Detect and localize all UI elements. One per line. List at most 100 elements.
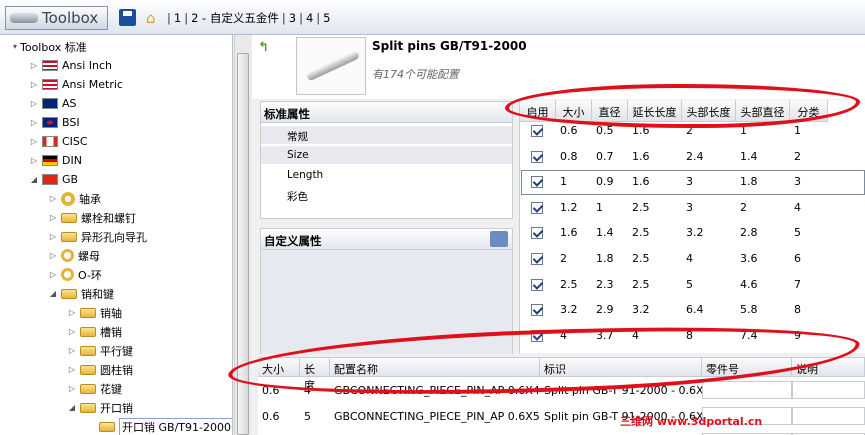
enable-checkbox[interactable] <box>531 304 543 317</box>
config-grid-cell: 0.6 <box>262 410 280 423</box>
size-grid[interactable]: 启用 大小 直径 延长长度 头部长度 头部直径 分类 0.6 0.5 1.6 2 1 1 0.8 0.7 1.… <box>519 100 865 353</box>
property-item[interactable]: 常规 <box>261 126 512 145</box>
enable-checkbox[interactable] <box>531 278 543 291</box>
enable-checkbox[interactable] <box>531 201 543 214</box>
tree-item-label: 平行键 <box>100 344 133 358</box>
tree-item-label: 销轴 <box>100 306 122 320</box>
breadcrumb-separator: | <box>281 11 286 25</box>
tree-item[interactable]: ◢ 开口销 <box>67 398 133 417</box>
breadcrumb-item-5[interactable]: 5 <box>323 11 330 25</box>
toolbox-logo: Toolbox <box>5 6 108 30</box>
size-grid-cell: 2.4 <box>686 149 704 163</box>
breadcrumb-separator: | <box>299 11 303 25</box>
size-grid-cell: 2.5 <box>632 200 650 214</box>
property-item[interactable]: Size <box>261 146 512 165</box>
tree-item[interactable]: 开口销 GB/T91-2000 <box>86 417 232 435</box>
expand-arrow-icon[interactable]: ▷ <box>67 346 77 355</box>
tree-item-label: 异形孔向导孔 <box>81 230 147 244</box>
config-grid-cell: 5 <box>304 410 311 423</box>
save-icon[interactable] <box>119 9 136 26</box>
edit-properties-icon[interactable] <box>490 231 508 247</box>
size-grid-cell: 1.2 <box>560 200 578 214</box>
tree-item[interactable]: ▷ Ansi Inch <box>29 56 112 75</box>
expand-arrow-icon[interactable]: ▷ <box>29 61 39 70</box>
expand-arrow-icon[interactable]: ▷ <box>48 270 58 279</box>
tree-item[interactable]: ▷ Ansi Metric <box>29 75 123 94</box>
size-grid-cell: 3.2 <box>686 226 704 240</box>
tree-item[interactable]: ▷ O-环 <box>48 265 102 284</box>
uk-flag-icon <box>42 117 58 128</box>
breadcrumb-separator: | <box>316 11 321 25</box>
expand-arrow-icon[interactable]: ▷ <box>48 251 58 260</box>
expand-arrow-icon[interactable]: ▷ <box>67 308 77 317</box>
hole-icon <box>61 231 77 242</box>
expand-arrow-icon[interactable]: ▷ <box>29 80 39 89</box>
expand-arrow-icon[interactable]: ▷ <box>48 232 58 241</box>
tree-item[interactable]: ▷ 平行键 <box>67 341 133 360</box>
us-flag-icon <box>42 79 58 90</box>
size-grid-cell: 7 <box>794 277 801 291</box>
folder-icon <box>61 288 77 299</box>
tree-item[interactable]: ▷ 销轴 <box>67 303 122 322</box>
size-grid-cell: 5.8 <box>740 303 758 317</box>
expand-arrow-icon[interactable]: ▷ <box>29 118 39 127</box>
config-grid-input[interactable] <box>702 381 792 399</box>
au-flag-icon <box>42 98 58 109</box>
watermark: 三维网 www.3dportal.cn <box>620 413 762 429</box>
size-grid-cell: 1.4 <box>740 149 758 163</box>
tree-item-label: 圆柱销 <box>100 363 133 377</box>
home-icon[interactable]: ⌂ <box>146 10 162 26</box>
tree-item-label: Toolbox 标准 <box>20 40 87 54</box>
expand-arrow-icon[interactable]: ▷ <box>67 384 77 393</box>
size-grid-cell: 2 <box>740 200 747 214</box>
tree-item-label: 槽销 <box>100 325 122 339</box>
enable-checkbox[interactable] <box>531 150 543 163</box>
tree-item[interactable]: ▷ 轴承 <box>48 189 101 208</box>
size-grid-cell: 5 <box>794 226 801 240</box>
tree-item-label: BSI <box>62 116 80 129</box>
breadcrumb-item-4[interactable]: 4 <box>306 11 313 25</box>
tree-item-label: GB <box>62 173 79 186</box>
tree-item[interactable]: ▷ DIN <box>29 151 82 170</box>
config-grid-input[interactable] <box>792 381 865 399</box>
toolbox-tree[interactable]: ▾ Toolbox 标准 ▷ Ansi Inch ▷ Ansi Metric ▷ AS ▷ BSI… <box>0 35 233 435</box>
property-item[interactable]: Length <box>261 166 512 185</box>
tree-item[interactable]: ◢ GB <box>29 170 78 189</box>
breadcrumb-item-2[interactable]: 2 - 自定义五金件 <box>191 10 279 26</box>
expand-arrow-icon[interactable]: ▷ <box>48 194 58 203</box>
tree-item[interactable]: ▷ 螺栓和螺钉 <box>48 208 136 227</box>
expand-arrow-icon[interactable]: ▷ <box>29 99 39 108</box>
back-arrow-icon[interactable]: ↰ <box>258 40 274 55</box>
watermark-cn: 三维网 <box>620 415 653 428</box>
tree-item[interactable]: ▷ 圆柱销 <box>67 360 133 379</box>
watermark-url: www.3dportal.cn <box>656 415 763 428</box>
config-grid-cell: 0.6 <box>258 430 300 435</box>
expand-arrow-icon[interactable]: ▷ <box>48 213 58 222</box>
expand-arrow-icon[interactable]: ▷ <box>67 327 77 336</box>
expand-arrow-icon[interactable]: ◢ <box>48 289 58 298</box>
tree-item[interactable]: ▷ AS <box>29 94 77 113</box>
expand-arrow-icon[interactable]: ◢ <box>67 403 77 412</box>
expand-arrow-icon[interactable]: ▾ <box>10 42 20 51</box>
enable-checkbox[interactable] <box>531 253 543 265</box>
config-grid-input[interactable] <box>792 407 865 425</box>
tree-item[interactable]: ▾ Toolbox 标准 <box>10 37 87 56</box>
enable-checkbox[interactable] <box>531 125 543 137</box>
expand-arrow-icon[interactable]: ▷ <box>29 156 39 165</box>
breadcrumb-separator: | <box>184 11 189 25</box>
tree-item[interactable]: ▷ BSI <box>29 113 80 132</box>
tree-item[interactable]: ▷ 异形孔向导孔 <box>48 227 147 246</box>
breadcrumb-item-3[interactable]: 3 <box>289 11 296 25</box>
property-item[interactable]: 彩色 <box>261 186 512 205</box>
tree-item[interactable]: ◢ 销和键 <box>48 284 114 303</box>
tree-item[interactable]: ▷ CISC <box>29 132 88 151</box>
wrench-icon <box>10 13 38 23</box>
breadcrumb-item-1[interactable]: 1 <box>174 11 181 25</box>
tree-item[interactable]: ▷ 花键 <box>67 379 122 398</box>
expand-arrow-icon[interactable]: ▷ <box>29 137 39 146</box>
enable-checkbox[interactable] <box>531 227 543 240</box>
tree-item[interactable]: ▷ 槽销 <box>67 322 122 341</box>
expand-arrow-icon[interactable]: ◢ <box>29 175 39 184</box>
expand-arrow-icon[interactable]: ▷ <box>67 365 77 374</box>
tree-item[interactable]: ▷ 螺母 <box>48 246 100 265</box>
